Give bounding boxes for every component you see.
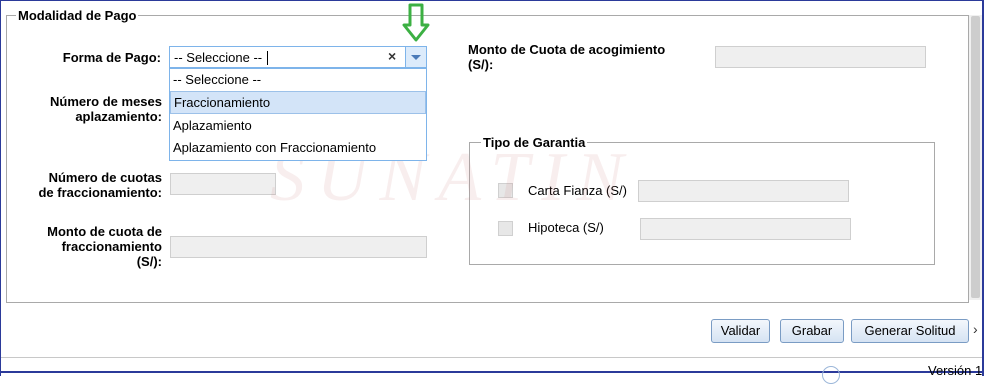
text-caret (267, 51, 268, 65)
acogimiento-input[interactable] (715, 46, 926, 68)
chevron-icon: › (973, 321, 978, 337)
bond-label: Carta Fianza (S/) (528, 183, 627, 198)
save-button[interactable]: Grabar (780, 319, 844, 343)
clear-icon[interactable]: × (388, 48, 396, 64)
installment-amount-label-line1: Monto de cuota de (47, 224, 162, 239)
dropdown-option-aplazamiento[interactable]: Aplazamiento (170, 115, 426, 138)
circle-icon (822, 366, 840, 384)
dropdown-option-aplazamiento-fraccionamiento[interactable]: Aplazamiento con Fraccionamiento (170, 137, 426, 160)
payment-mode-title: Modalidad de Pago (16, 8, 139, 23)
months-deferral-label-line2: aplazamiento: (75, 109, 162, 124)
dropdown-option-fraccionamiento[interactable]: Fraccionamiento (170, 91, 426, 114)
window-left-border (0, 0, 1, 376)
generate-request-button[interactable]: Generar Solitud (851, 319, 969, 343)
installments-label-line1: Número de cuotas (48, 170, 162, 185)
months-deferral-label: Número de meses aplazamiento: (20, 94, 162, 124)
months-deferral-label-line1: Número de meses (50, 94, 162, 109)
mortgage-input[interactable] (640, 218, 851, 240)
payment-form-label: Forma de Pago: (62, 50, 161, 65)
scrollbar-thumb[interactable] (971, 16, 980, 298)
installments-label-line2: de fraccionamiento: (38, 185, 162, 200)
installments-label: Número de cuotas de fraccionamiento: (20, 170, 162, 200)
installment-amount-input[interactable] (170, 236, 427, 258)
payment-form-select[interactable]: -- Seleccione -- × (169, 46, 427, 68)
acogimiento-label-line1: Monto de Cuota de acogimiento (468, 42, 666, 57)
down-arrow-icon (402, 3, 430, 42)
guarantee-fieldset (469, 142, 935, 265)
footer-divider (1, 357, 982, 358)
installment-amount-label-line2: fraccionamiento (61, 239, 162, 254)
bond-input[interactable] (638, 180, 849, 202)
payment-form-dropdown: -- Seleccione -- Fraccionamiento Aplazam… (169, 68, 427, 161)
bond-checkbox[interactable] (498, 183, 513, 198)
guarantee-title: Tipo de Garantia (481, 135, 588, 150)
payment-form-selected-value: -- Seleccione -- (174, 50, 263, 65)
acogimiento-label-line2: (S/): (468, 57, 494, 72)
chevron-down-icon[interactable] (405, 47, 426, 67)
dropdown-option-seleccione[interactable]: -- Seleccione -- (170, 69, 426, 92)
mortgage-checkbox[interactable] (498, 221, 513, 236)
installment-amount-label-line3: (S/): (136, 254, 162, 269)
installment-amount-label: Monto de cuota de fraccionamiento (S/): (20, 224, 162, 269)
acogimiento-label: Monto de Cuota de acogimiento (S/): (468, 42, 698, 72)
window-top-border (0, 0, 984, 1)
installments-input[interactable] (170, 173, 276, 195)
validate-button[interactable]: Validar (711, 319, 770, 343)
mortgage-label: Hipoteca (S/) (528, 220, 604, 235)
